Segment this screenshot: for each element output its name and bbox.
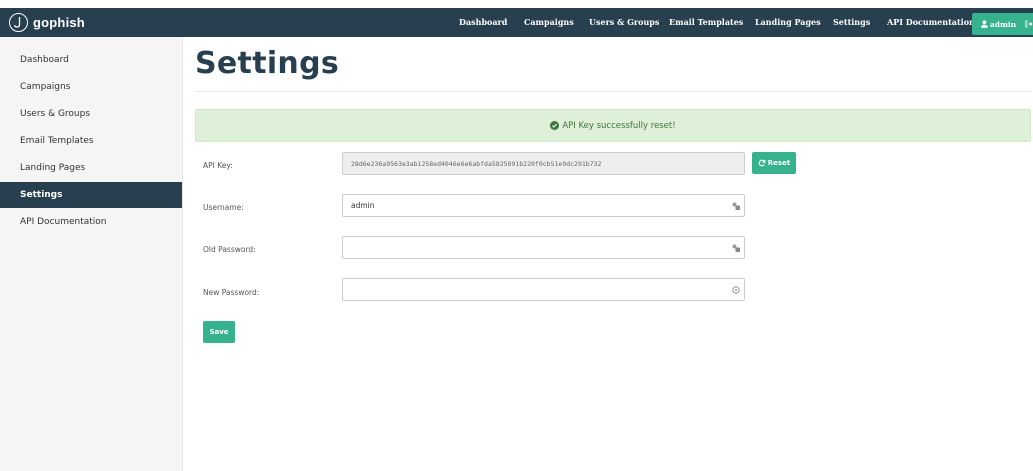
alert-message: API Key successfully reset! [562,120,676,131]
reset-api-key-button[interactable]: Reset [752,152,796,174]
sidebar-item-dashboard[interactable]: Dashboard [0,47,182,73]
title-divider [195,91,1031,92]
gophish-logo-icon [9,12,28,32]
sidebar: Dashboard Campaigns Users & Groups Email… [0,37,183,471]
logout-icon[interactable] [1025,20,1033,28]
admin-menu-button[interactable]: admin [972,13,1033,35]
reset-button-label: Reset [767,159,791,167]
new-password-label: New Password: [203,288,260,297]
password-manager-icon[interactable] [731,243,741,253]
brand-name: gophish [33,14,85,30]
user-icon [981,20,988,28]
sidebar-item-users-groups[interactable]: Users & Groups [0,101,182,127]
sidebar-item-email-templates[interactable]: Email Templates [0,128,182,154]
username-field[interactable]: admin [342,194,745,217]
api-key-value: 28d6e236a9563e3ab1258ed4046e6e6abfda5825… [351,159,602,168]
key-icon[interactable] [731,285,741,295]
admin-username: admin [989,19,1017,29]
check-circle-icon [550,121,560,130]
nav-api-documentation[interactable]: API Documentation [887,8,975,37]
old-password-field[interactable] [342,236,745,259]
sidebar-item-settings[interactable]: Settings [0,182,182,208]
top-strip [0,0,1033,8]
sidebar-item-campaigns[interactable]: Campaigns [0,74,182,100]
nav-users-groups[interactable]: Users & Groups [589,8,659,37]
username-label: Username: [203,203,244,212]
nav-email-templates[interactable]: Email Templates [669,8,743,37]
api-key-field[interactable]: 28d6e236a9563e3ab1258ed4046e6e6abfda5825… [342,152,745,175]
username-value: admin [351,201,375,210]
old-password-label: Old Password: [203,245,256,254]
new-password-field[interactable] [342,278,745,301]
nav-landing-pages[interactable]: Landing Pages [755,8,821,37]
nav-campaigns[interactable]: Campaigns [524,8,574,37]
brand[interactable]: gophish [9,11,85,33]
nav-dashboard[interactable]: Dashboard [459,8,507,37]
password-manager-icon[interactable] [731,201,741,211]
nav-settings[interactable]: Settings [833,8,870,37]
refresh-icon [758,159,766,167]
page-title: Settings [195,46,340,81]
api-key-label: API Key: [203,161,233,170]
success-alert: API Key successfully reset! [195,109,1031,142]
navbar: gophish Dashboard Campaigns Users & Grou… [0,8,1033,37]
sidebar-item-landing-pages[interactable]: Landing Pages [0,155,182,181]
sidebar-item-api-documentation[interactable]: API Documentation [0,209,182,235]
save-button[interactable]: Save [203,321,235,343]
